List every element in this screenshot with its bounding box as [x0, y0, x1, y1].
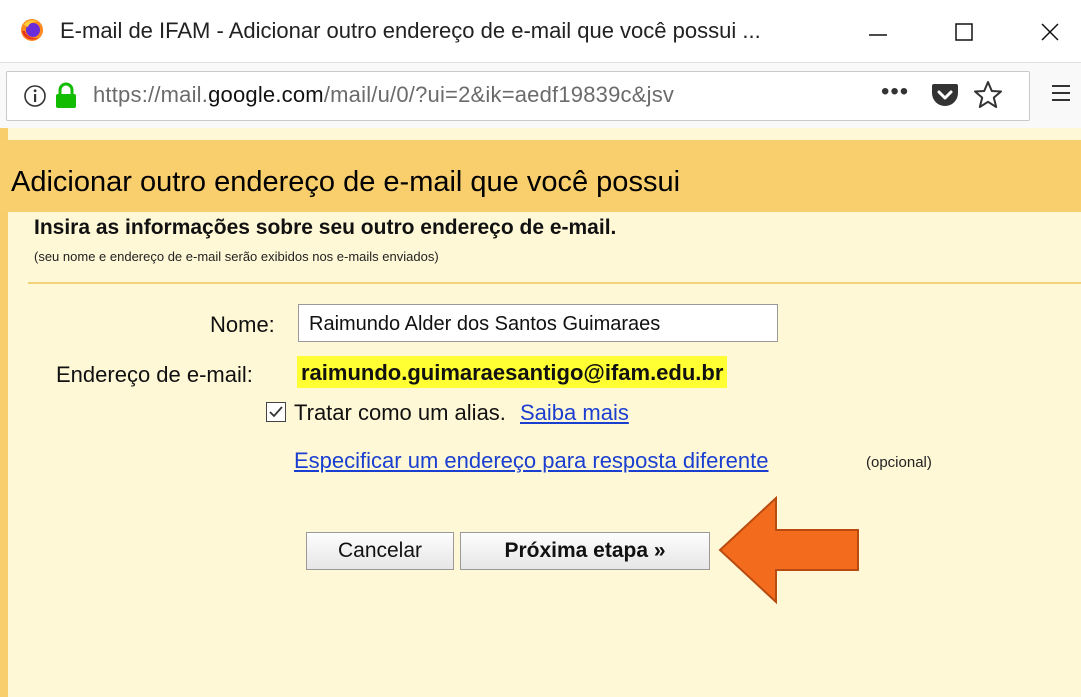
- bookmark-star-icon[interactable]: [973, 80, 1003, 110]
- maximize-icon: [955, 23, 973, 41]
- dialog-title: Adicionar outro endereço de e-mail que v…: [11, 166, 681, 198]
- cancel-button[interactable]: Cancelar: [306, 532, 454, 570]
- optional-label: (opcional): [866, 454, 932, 471]
- window-title: E-mail de IFAM - Adicionar outro endereç…: [60, 18, 761, 43]
- dialog-header: Adicionar outro endereço de e-mail que v…: [0, 140, 1081, 212]
- pocket-icon[interactable]: [931, 82, 959, 108]
- checkmark-icon: [269, 406, 283, 418]
- close-button[interactable]: [1020, 10, 1080, 54]
- learn-more-link[interactable]: Saiba mais: [520, 400, 629, 426]
- minimize-icon: [869, 34, 887, 36]
- alias-checkbox[interactable]: [266, 402, 286, 422]
- info-icon[interactable]: [23, 84, 47, 108]
- reply-to-link[interactable]: Especificar um endereço para resposta di…: [294, 448, 768, 474]
- url-domain: google.com: [208, 82, 324, 107]
- page-actions-icon[interactable]: •••: [881, 78, 909, 106]
- firefox-logo-icon: [21, 19, 43, 41]
- minimize-button[interactable]: [848, 10, 908, 54]
- name-input[interactable]: Raimundo Alder dos Santos Guimaraes: [298, 304, 778, 342]
- browser-toolbar: https://mail.google.com/mail/u/0/?ui=2&i…: [0, 62, 1081, 130]
- url-fade: [827, 76, 872, 116]
- arrow-pointer-icon: [718, 495, 859, 605]
- name-label: Nome:: [210, 312, 275, 337]
- add-email-dialog: Adicionar outro endereço de e-mail que v…: [0, 128, 1081, 697]
- intro-subtitle: (seu nome e endereço de e-mail serão exi…: [34, 249, 439, 264]
- email-label: Endereço de e-mail:: [56, 362, 253, 387]
- email-value: raimundo.guimaraesantigo@ifam.edu.br: [297, 356, 728, 388]
- section-divider: [28, 282, 1081, 284]
- alias-label[interactable]: Tratar como um alias.: [294, 400, 506, 426]
- url-text[interactable]: https://mail.google.com/mail/u/0/?ui=2&i…: [93, 82, 868, 108]
- address-bar[interactable]: https://mail.google.com/mail/u/0/?ui=2&i…: [6, 71, 1030, 121]
- url-suffix: /mail/u/0/?ui=2&ik=aedf19839c&jsv: [323, 82, 675, 107]
- hamburger-menu-icon[interactable]: [1050, 83, 1072, 103]
- intro-title: Insira as informações sobre seu outro en…: [34, 216, 617, 239]
- close-icon: [1041, 23, 1059, 41]
- lock-icon[interactable]: [53, 82, 79, 110]
- next-step-button[interactable]: Próxima etapa »: [460, 532, 710, 570]
- maximize-button[interactable]: [934, 10, 994, 54]
- url-prefix: https://mail.: [93, 82, 209, 107]
- window-titlebar: E-mail de IFAM - Adicionar outro endereç…: [0, 0, 1081, 62]
